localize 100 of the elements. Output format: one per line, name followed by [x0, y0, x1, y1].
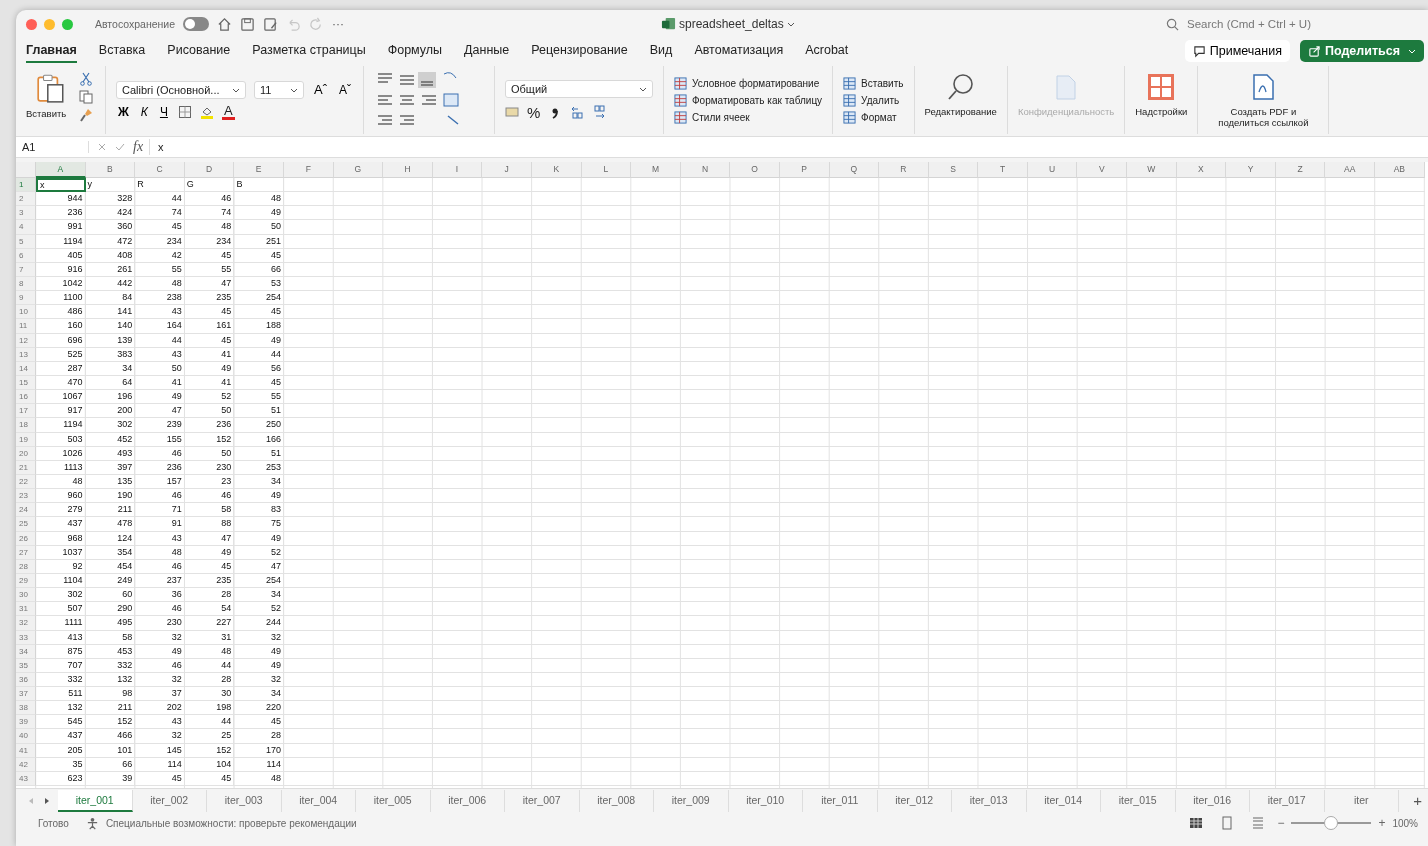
- share-button[interactable]: Поделиться: [1299, 40, 1424, 62]
- styles-menu-button[interactable]: Стили ячеек: [674, 110, 823, 124]
- ribbon-tab[interactable]: Рецензирование: [531, 39, 628, 63]
- sheet-tab[interactable]: iter_013: [952, 789, 1027, 812]
- ribbon-tab[interactable]: Данные: [464, 39, 510, 63]
- font-shrink-button[interactable]: Aˇ: [337, 82, 353, 97]
- zoom-in-button[interactable]: +: [1378, 816, 1386, 830]
- sheet-tab[interactable]: iter_009: [654, 789, 729, 812]
- currency-icon[interactable]: [505, 105, 519, 119]
- window-title[interactable]: spreadsheet_deltas: [679, 16, 784, 31]
- column-header[interactable]: E: [234, 162, 284, 178]
- sheet-tab[interactable]: iter_008: [579, 789, 654, 812]
- borders-icon[interactable]: [177, 105, 192, 119]
- column-header[interactable]: X: [1176, 162, 1227, 178]
- column-header[interactable]: AB: [1375, 162, 1425, 178]
- styles-menu-button[interactable]: Условное форматирование: [674, 76, 823, 90]
- sheet-tab[interactable]: iter_014: [1026, 789, 1101, 812]
- create-pdf-label[interactable]: Создать PDF и поделиться ссылкой: [1208, 106, 1319, 128]
- row-header[interactable]: 4: [16, 220, 36, 235]
- save-icon[interactable]: [240, 16, 256, 32]
- row-header[interactable]: 31: [16, 602, 36, 617]
- column-header[interactable]: Y: [1226, 162, 1276, 178]
- check-icon[interactable]: [115, 142, 125, 152]
- column-header[interactable]: Q: [829, 162, 880, 178]
- row-header[interactable]: 23: [16, 489, 36, 504]
- zoom-slider[interactable]: [1324, 816, 1339, 830]
- home-icon[interactable]: [217, 16, 233, 32]
- row-header[interactable]: 25: [16, 517, 36, 532]
- paste-label[interactable]: Вставить: [26, 108, 67, 119]
- column-header[interactable]: Z: [1275, 162, 1326, 178]
- font-color-button[interactable]: A: [221, 104, 235, 120]
- fill-color-icon[interactable]: [199, 105, 214, 119]
- comments-button[interactable]: Примечания: [1184, 40, 1290, 62]
- sheet-tab[interactable]: iter_011: [803, 789, 878, 812]
- copy-icon[interactable]: [78, 90, 93, 104]
- column-header[interactable]: F: [283, 162, 334, 178]
- number-format-dropdown[interactable]: Общий: [505, 79, 653, 98]
- row-header[interactable]: 18: [16, 418, 36, 433]
- column-header[interactable]: L: [581, 162, 632, 178]
- sheet-tab[interactable]: iter: [1324, 789, 1399, 812]
- name-box[interactable]: A1: [22, 141, 89, 153]
- italic-button[interactable]: К: [138, 105, 150, 119]
- page-layout-icon[interactable]: [1220, 816, 1235, 830]
- font-grow-button[interactable]: Aˆ: [312, 82, 329, 97]
- column-header[interactable]: O: [730, 162, 780, 178]
- sheet-tab[interactable]: iter_010: [728, 789, 803, 812]
- sheet-tab[interactable]: iter_016: [1175, 789, 1250, 812]
- formula-field[interactable]: x: [158, 141, 1428, 153]
- ribbon-tab[interactable]: Разметка страницы: [252, 39, 366, 63]
- cells-menu-button[interactable]: Формат: [843, 110, 904, 124]
- row-header[interactable]: 16: [16, 390, 36, 405]
- column-header[interactable]: H: [383, 162, 433, 178]
- add-ins-label[interactable]: Надстройки: [1135, 106, 1188, 117]
- row-header[interactable]: 30: [16, 588, 36, 603]
- row-header[interactable]: 37: [16, 687, 36, 702]
- accessibility-status[interactable]: Специальные возможности: проверьте рекомендации: [105, 817, 357, 829]
- add-ins-icon[interactable]: [1146, 72, 1177, 102]
- autosave-toggle[interactable]: [183, 17, 210, 31]
- search-icon[interactable]: [945, 72, 976, 102]
- column-header[interactable]: T: [978, 162, 1028, 178]
- font-size-dropdown[interactable]: 11: [254, 80, 304, 99]
- function-button[interactable]: fx: [133, 139, 151, 155]
- font-name-dropdown[interactable]: Calibri (Основной...: [116, 80, 246, 99]
- styles-menu-button[interactable]: Форматировать как таблицу: [674, 93, 823, 107]
- sheet-tab[interactable]: iter_004: [281, 789, 356, 812]
- column-header[interactable]: V: [1077, 162, 1128, 178]
- normal-view-icon[interactable]: [1189, 816, 1204, 830]
- column-header[interactable]: A: [36, 162, 86, 178]
- ribbon-tab[interactable]: Acrobat: [805, 39, 849, 63]
- search-field[interactable]: Search (Cmd + Ctrl + U): [1185, 17, 1389, 31]
- page-break-icon[interactable]: [1251, 816, 1266, 830]
- column-header[interactable]: J: [482, 162, 532, 178]
- column-header[interactable]: B: [85, 162, 136, 178]
- sheet-tab[interactable]: iter_015: [1101, 789, 1176, 812]
- sheet-tab[interactable]: iter_006: [430, 789, 505, 812]
- sheet-tab[interactable]: iter_002: [132, 789, 207, 812]
- row-header[interactable]: 24: [16, 503, 36, 518]
- column-header[interactable]: S: [928, 162, 979, 178]
- ribbon-tab[interactable]: Рисование: [167, 39, 231, 63]
- sheet-tab[interactable]: iter_012: [877, 789, 952, 812]
- row-header[interactable]: 9: [16, 291, 36, 306]
- ribbon-tab[interactable]: Формулы: [387, 39, 443, 63]
- column-header[interactable]: G: [333, 162, 384, 178]
- column-header[interactable]: D: [184, 162, 235, 178]
- brush-icon[interactable]: [78, 108, 93, 122]
- sheet-tab[interactable]: iter_017: [1250, 789, 1325, 812]
- row-header[interactable]: 2: [16, 192, 36, 207]
- row-header[interactable]: 39: [16, 715, 36, 730]
- decimal-decrease-icon[interactable]: [592, 105, 607, 119]
- decimal-increase-icon[interactable]: [570, 105, 585, 119]
- sheet-tab[interactable]: iter_001: [58, 789, 133, 812]
- sheet-tab[interactable]: iter_007: [505, 789, 580, 812]
- bold-button[interactable]: Ж: [116, 105, 131, 119]
- row-header[interactable]: 1: [16, 178, 36, 193]
- row-header[interactable]: 17: [16, 404, 36, 419]
- column-header[interactable]: C: [135, 162, 185, 178]
- add-sheet-button[interactable]: +: [1407, 792, 1428, 809]
- column-header[interactable]: K: [531, 162, 582, 178]
- row-header[interactable]: 40: [16, 729, 36, 744]
- column-header[interactable]: W: [1127, 162, 1177, 178]
